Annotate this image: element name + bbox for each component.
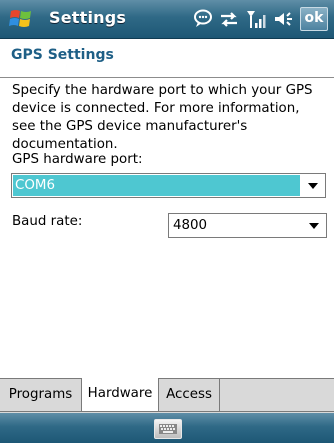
tab-strip: Programs Hardware Access	[0, 378, 334, 413]
notification-bubble-icon[interactable]	[192, 8, 214, 30]
tab-programs[interactable]: Programs	[0, 379, 82, 411]
port-selected-value: COM6	[13, 175, 300, 196]
page-header: GPS Settings	[0, 39, 334, 71]
title-bar: Settings ok	[0, 0, 334, 39]
keyboard-icon[interactable]	[154, 419, 182, 439]
chevron-down-icon[interactable]	[301, 174, 325, 197]
baud-selected-value: 4800	[173, 218, 208, 233]
baud-rate-label: Baud rate:	[12, 214, 83, 229]
gps-port-dropdown[interactable]: COM6	[11, 173, 326, 198]
windows-start-icon[interactable]	[8, 6, 36, 32]
instructions-text: Specify the hardware port to which your …	[12, 83, 313, 152]
tab-access[interactable]: Access	[159, 379, 220, 411]
app-title: Settings	[49, 8, 127, 27]
signal-strength-icon[interactable]	[245, 8, 269, 30]
volume-icon[interactable]	[273, 8, 297, 30]
baud-rate-dropdown[interactable]: 4800	[168, 213, 327, 238]
page-title: GPS Settings	[11, 47, 114, 63]
tab-hardware[interactable]: Hardware	[81, 378, 159, 412]
connectivity-arrows-icon[interactable]	[218, 8, 240, 30]
ok-button[interactable]: ok	[300, 7, 328, 31]
soft-key-bar	[0, 413, 334, 443]
header-divider	[0, 77, 334, 78]
chevron-down-icon[interactable]	[302, 214, 326, 237]
tab-strip-border	[0, 411, 334, 412]
port-label: GPS hardware port:	[12, 152, 143, 167]
